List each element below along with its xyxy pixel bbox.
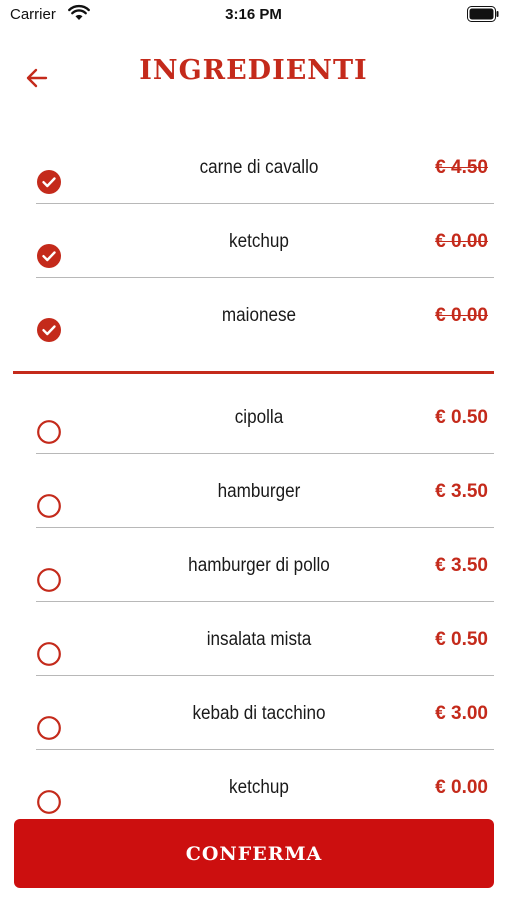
list-item-selected[interactable]: ketchup € 0.00 (0, 204, 507, 278)
item-price: € 0.50 (435, 629, 488, 650)
list-item[interactable]: hamburger di pollo € 3.50 (0, 528, 507, 602)
unchecked-circle-icon[interactable] (37, 420, 61, 444)
item-price: € 3.00 (435, 703, 488, 724)
confirm-button[interactable]: CONFERMA (14, 819, 494, 888)
unchecked-circle-icon[interactable] (37, 642, 61, 666)
item-name: ketchup (229, 777, 289, 798)
item-name: hamburger di pollo (188, 555, 330, 576)
item-price: € 3.50 (435, 555, 488, 576)
list-item-selected[interactable]: carne di cavallo € 4.50 (0, 130, 507, 204)
list-item[interactable]: cipolla € 0.50 (0, 380, 507, 454)
item-name: cipolla (234, 407, 284, 428)
section-separator (13, 371, 494, 374)
unchecked-circle-icon[interactable] (37, 494, 61, 518)
clock: 3:16 PM (225, 6, 282, 23)
item-name: kebab di tacchino (192, 703, 326, 724)
header: INGREDIENTI (0, 45, 507, 105)
checked-circle-icon[interactable] (37, 318, 61, 342)
item-name: ketchup (229, 231, 289, 252)
item-name: maionese (221, 305, 297, 326)
item-price: € 3.50 (435, 481, 488, 502)
battery-icon (467, 6, 499, 22)
item-price: € 0.00 (435, 777, 488, 798)
status-bar: Carrier 3:16 PM (0, 0, 507, 30)
item-name: insalata mista (206, 629, 312, 650)
list-item[interactable]: ketchup € 0.00 (0, 750, 507, 824)
unchecked-circle-icon[interactable] (37, 716, 61, 740)
list-item-selected[interactable]: maionese € 0.00 (0, 278, 507, 352)
list-item[interactable]: kebab di tacchino € 3.00 (0, 676, 507, 750)
item-price: € 0.50 (435, 407, 488, 428)
item-price: € 0.00 (435, 305, 488, 326)
page-title: INGREDIENTI (139, 55, 368, 86)
item-price: € 4.50 (435, 157, 488, 178)
item-name: carne di cavallo (199, 157, 319, 178)
unchecked-circle-icon[interactable] (37, 790, 61, 814)
checked-circle-icon[interactable] (37, 244, 61, 268)
confirm-button-label: CONFERMA (185, 842, 323, 865)
unchecked-circle-icon[interactable] (37, 568, 61, 592)
list-item[interactable]: hamburger € 3.50 (0, 454, 507, 528)
item-name: hamburger (217, 481, 301, 502)
checked-circle-icon[interactable] (37, 170, 61, 194)
list-item[interactable]: insalata mista € 0.50 (0, 602, 507, 676)
item-price: € 0.00 (435, 231, 488, 252)
